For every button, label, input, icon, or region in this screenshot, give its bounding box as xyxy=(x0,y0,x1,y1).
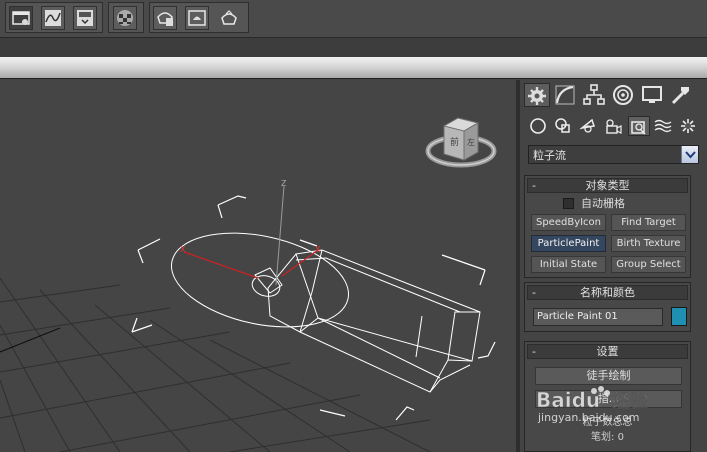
utilities-tab-icon[interactable] xyxy=(669,83,695,107)
group-select-button[interactable]: Group Select xyxy=(611,256,686,273)
baidu-jingyan-watermark: Baidu 经验 jingyan.baidu.com xyxy=(536,385,676,425)
grid-axis-line xyxy=(0,327,61,353)
cameras-category-icon[interactable] xyxy=(603,116,625,136)
settings-title: 设置 xyxy=(596,345,619,358)
birth-texture-button[interactable]: Birth Texture xyxy=(611,235,686,252)
shapes-category-icon[interactable] xyxy=(553,116,575,136)
particle-paint-helper[interactable] xyxy=(163,218,481,393)
object-color-swatch[interactable] xyxy=(671,307,687,326)
particlepaint-button[interactable]: ParticlePaint xyxy=(531,235,606,252)
find-target-button[interactable]: Find Target xyxy=(611,214,686,231)
curve-editor-icon[interactable] xyxy=(41,6,65,30)
toolbar-group-render xyxy=(149,2,249,33)
category-dropdown-value: 粒子流 xyxy=(533,149,566,162)
name-color-title: 名称和颜色 xyxy=(580,286,635,299)
watermark-brand-cn: 经验 xyxy=(612,390,649,412)
main-toolbar xyxy=(0,0,707,37)
object-type-title: 对象类型 xyxy=(585,179,630,192)
create-categories xyxy=(528,116,704,136)
collapse-icon: - xyxy=(532,345,536,358)
scene-explorer-icon[interactable] xyxy=(9,6,33,30)
strokes-count-text: 笔划: 0 xyxy=(591,432,624,443)
viewcube-face-left: 左 xyxy=(467,137,475,147)
render-frame-icon[interactable] xyxy=(73,6,97,30)
viewport-label-bar xyxy=(0,57,707,79)
collapse-icon: - xyxy=(532,179,536,192)
perspective-viewport[interactable]: 前 左 Z X X xyxy=(0,80,516,452)
initial-state-button[interactable]: Initial State xyxy=(531,256,606,273)
material-editor-icon[interactable] xyxy=(113,6,137,30)
object-name-field[interactable]: Particle Paint 01 xyxy=(533,308,663,326)
toolbar-group-material xyxy=(108,2,144,33)
display-tab-icon[interactable] xyxy=(640,83,666,107)
rendered-frame-window-icon[interactable] xyxy=(185,6,209,30)
watermark-url: jingyan.baidu.com xyxy=(537,411,640,424)
systems-category-icon[interactable] xyxy=(678,116,700,136)
viewport-scene: 前 左 Z X X xyxy=(0,117,497,452)
axis-label-z: Z xyxy=(281,179,287,188)
object-type-rollout: - 对象类型 自动栅格 SpeedByIcon Find Target Part… xyxy=(524,175,691,278)
command-panel-tabs xyxy=(524,83,704,107)
time-slider-bar xyxy=(0,37,707,57)
object-type-rollout-header[interactable]: - 对象类型 xyxy=(527,178,688,193)
lights-category-icon[interactable] xyxy=(578,116,600,136)
chevron-down-icon[interactable] xyxy=(681,146,698,163)
category-dropdown[interactable]: 粒子流 xyxy=(528,145,699,164)
paint-freehand-button[interactable]: 徒手绘制 xyxy=(535,367,682,385)
selection-brackets xyxy=(131,195,496,421)
home-grid xyxy=(0,277,431,452)
helpers-category-icon[interactable] xyxy=(628,116,650,136)
name-color-rollout: - 名称和颜色 Particle Paint 01 xyxy=(524,282,691,332)
modify-tab-icon[interactable] xyxy=(553,83,579,107)
autogrid-label: 自动栅格 xyxy=(581,197,625,210)
viewcube-face-front: 前 xyxy=(450,136,459,148)
axis-label-x-left: X xyxy=(180,245,186,254)
gizmo-axes: Z X X xyxy=(180,179,321,286)
geometry-category-icon[interactable] xyxy=(528,116,550,136)
speedbyicon-button[interactable]: SpeedByIcon xyxy=(531,214,606,231)
hierarchy-tab-icon[interactable] xyxy=(582,83,608,107)
render-setup-icon[interactable] xyxy=(153,6,177,30)
create-tab-icon[interactable] xyxy=(524,83,550,107)
collapse-icon: - xyxy=(532,286,536,299)
axis-label-x-right: X xyxy=(315,245,321,254)
watermark-brand: Baidu xyxy=(536,388,600,412)
toolbar-group-editors xyxy=(5,2,103,33)
viewcube[interactable]: 前 左 xyxy=(425,117,497,168)
autogrid-checkbox[interactable] xyxy=(563,198,574,209)
space-warps-category-icon[interactable] xyxy=(653,116,675,136)
settings-rollout-header[interactable]: - 设置 xyxy=(527,344,688,359)
motion-tab-icon[interactable] xyxy=(611,83,637,107)
name-color-rollout-header[interactable]: - 名称和颜色 xyxy=(527,285,688,300)
render-production-icon[interactable] xyxy=(217,6,241,30)
